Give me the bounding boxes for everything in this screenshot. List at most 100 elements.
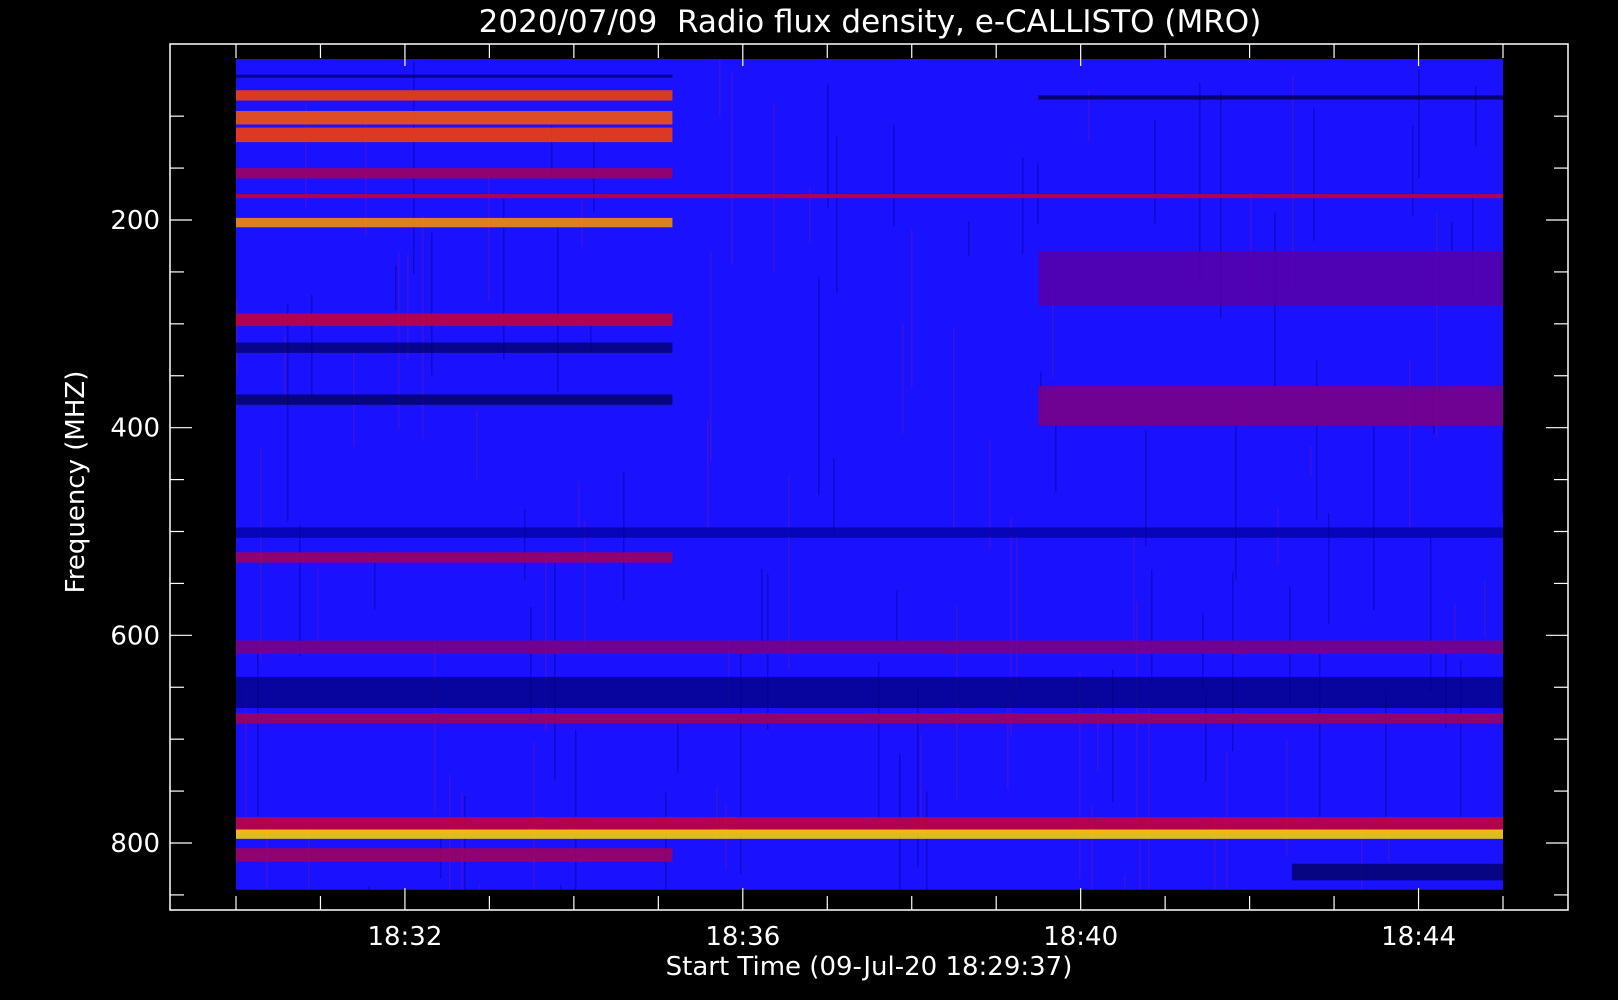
heatmap-band — [236, 217, 673, 228]
heatmap-streak — [236, 299, 238, 372]
heatmap-band — [236, 110, 673, 125]
heatmap-band — [236, 829, 1503, 839]
heatmap-band — [236, 127, 673, 143]
heatmap-streak — [1430, 534, 1432, 691]
heatmap-streak — [1055, 422, 1057, 493]
heatmap-band — [236, 713, 1503, 724]
x-axis-label: Start Time (09-Jul-20 18:29:37) — [666, 952, 1073, 982]
heatmap-streak — [761, 568, 763, 644]
heatmap-streak — [677, 722, 679, 774]
heatmap-streak — [731, 72, 733, 265]
heatmap-band — [236, 194, 1503, 199]
heatmap-streak — [584, 520, 586, 648]
heatmap-streak — [557, 227, 559, 393]
heatmap-streak — [1022, 157, 1024, 255]
chart-title: 2020/07/09 Radio flux density, e-CALLIST… — [479, 4, 1262, 40]
heatmap-streak — [818, 276, 820, 495]
heatmap-streak — [317, 569, 319, 646]
heatmap-band — [236, 394, 673, 405]
y-tick-label: 600 — [110, 621, 160, 651]
heatmap-streak — [710, 251, 712, 462]
heatmap-streak — [1139, 838, 1141, 890]
heatmap-streak — [920, 734, 922, 829]
heatmap-streak — [533, 742, 535, 890]
heatmap-streak — [926, 791, 928, 890]
heatmap-band — [1038, 386, 1503, 426]
heatmap-band — [236, 313, 673, 326]
heatmap-streak — [479, 884, 481, 890]
heatmap-streak — [287, 303, 289, 522]
heatmap-band — [236, 168, 673, 179]
heatmap-streak — [476, 410, 478, 480]
heatmap-streak — [1133, 530, 1135, 649]
heatmap-streak — [719, 60, 721, 117]
heatmap-band — [236, 527, 1503, 538]
heatmap-streak — [431, 232, 433, 376]
heatmap-streak — [368, 886, 370, 890]
heatmap-streak — [1274, 212, 1276, 410]
spectrogram-chart: 2020/07/09 Radio flux density, e-CALLIST… — [0, 0, 1618, 1000]
heatmap-streak — [1454, 603, 1456, 640]
heatmap-band — [236, 676, 1503, 709]
x-tick-label: 18:44 — [1381, 922, 1456, 952]
heatmap-streak — [1199, 82, 1201, 281]
heatmap — [236, 59, 1504, 890]
x-tick-label: 18:36 — [705, 922, 780, 952]
heatmap-streak — [1373, 426, 1375, 611]
heatmap-streak — [1418, 69, 1420, 179]
heatmap-streak — [1484, 581, 1486, 637]
heatmap-streak — [1151, 569, 1153, 685]
heatmap-band — [236, 342, 673, 353]
heatmap-streak — [1313, 107, 1315, 241]
heatmap-streak — [554, 561, 556, 781]
heatmap-streak — [773, 102, 775, 272]
heatmap-streak — [1232, 571, 1234, 752]
heatmap-streak — [896, 590, 898, 646]
heatmap-streak — [788, 475, 790, 670]
heatmap-streak — [395, 265, 397, 311]
plot-area: 200 400 600 800 18:32 18:36 18:40 18:44 — [110, 43, 1569, 952]
heatmap-streak — [1451, 221, 1453, 253]
y-tick-label: 200 — [110, 206, 160, 236]
heatmap-band — [236, 90, 673, 101]
heatmap-streak — [560, 884, 562, 890]
heatmap-band — [236, 74, 673, 78]
y-tick-label: 800 — [110, 829, 160, 859]
heatmap-streak — [1148, 707, 1150, 890]
heatmap-streak — [707, 419, 709, 529]
heatmap-streak — [434, 641, 436, 814]
heatmap-streak — [1502, 429, 1504, 516]
heatmap-band — [236, 640, 1503, 655]
heatmap-streak — [1244, 888, 1246, 890]
heatmap-streak — [1310, 446, 1312, 477]
heatmap-streak — [461, 791, 463, 890]
heatmap-streak — [464, 795, 466, 890]
heatmap-streak — [968, 221, 970, 257]
heatmap-band — [1038, 95, 1503, 100]
heatmap-streak — [1037, 163, 1039, 225]
y-tick-label: 400 — [110, 414, 160, 444]
heatmap-streak — [665, 792, 667, 890]
heatmap-streak — [1154, 119, 1156, 224]
heatmap-streak — [1316, 359, 1318, 521]
heatmap-streak — [1124, 873, 1126, 890]
x-tick-label: 18:40 — [1043, 922, 1118, 952]
heatmap-background — [236, 59, 1503, 890]
heatmap-streak — [833, 458, 835, 534]
heatmap-streak — [422, 215, 424, 440]
heatmap-streak — [893, 124, 895, 226]
x-tick-label: 18:32 — [367, 922, 442, 952]
heatmap-streak — [257, 647, 259, 817]
heatmap-streak — [836, 136, 838, 293]
heatmap-streak — [1475, 86, 1477, 147]
heatmap-streak — [1412, 125, 1414, 216]
heatmap-streak — [953, 328, 955, 532]
heatmap-streak — [575, 729, 577, 890]
heatmap-streak — [911, 229, 913, 389]
heatmap-band — [1291, 863, 1503, 881]
y-axis-label: Frequency (MHZ) — [61, 371, 91, 594]
heatmap-streak — [488, 171, 490, 302]
heatmap-band — [236, 848, 673, 862]
heatmap-streak — [1016, 535, 1018, 693]
heatmap-streak — [524, 509, 526, 580]
